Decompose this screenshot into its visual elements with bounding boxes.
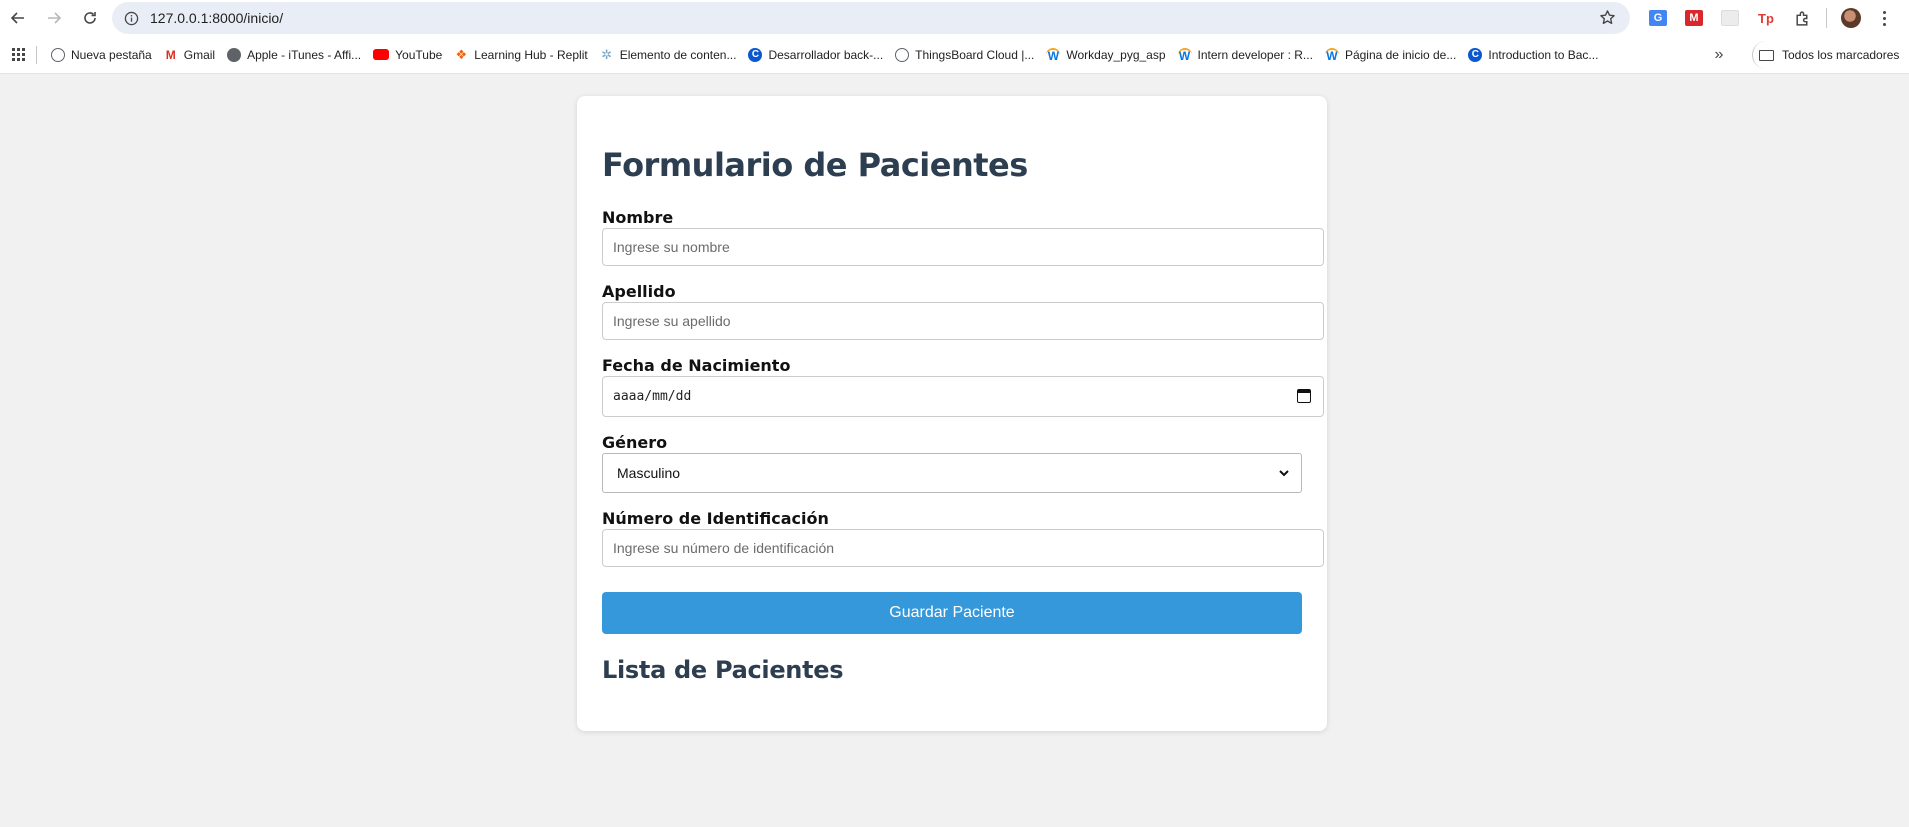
save-patient-button[interactable]: Guardar Paciente xyxy=(602,592,1302,634)
translate-extension-icon[interactable]: G xyxy=(1640,0,1676,36)
browser-toolbar: 127.0.0.1:8000/inicio/ G M Tp xyxy=(0,0,1909,36)
bookmark-nueva-pestana[interactable]: Nueva pestaña xyxy=(45,41,158,69)
identificacion-input[interactable]: Ingrese su número de identificación xyxy=(602,529,1324,567)
genero-selected-value: Masculino xyxy=(617,465,681,481)
reload-button[interactable] xyxy=(72,0,108,36)
bookmark-label: Workday_pyg_asp xyxy=(1066,47,1166,62)
workday-icon: W xyxy=(1177,47,1192,63)
bookmark-intern-developer[interactable]: W Intern developer : R... xyxy=(1172,41,1319,69)
forward-button[interactable] xyxy=(36,0,72,36)
extensions-puzzle-icon[interactable] xyxy=(1784,0,1820,36)
toolbar-divider xyxy=(1826,8,1827,28)
genero-select[interactable]: Masculino xyxy=(602,453,1302,493)
url-text[interactable]: 127.0.0.1:8000/inicio/ xyxy=(150,10,283,26)
bookmark-label: YouTube xyxy=(395,47,443,62)
nombre-label: Nombre xyxy=(602,208,674,227)
globe-icon xyxy=(51,47,65,62)
nombre-input[interactable]: Ingrese su nombre xyxy=(602,228,1324,266)
identificacion-label: Número de Identificación xyxy=(602,509,829,528)
workday-icon: W xyxy=(1046,47,1061,63)
bookmark-star-icon[interactable] xyxy=(1599,9,1616,31)
date-placeholder: aaaa/mm/dd xyxy=(613,389,692,404)
blank-extension-icon[interactable] xyxy=(1712,0,1748,36)
bookmark-desarrollador[interactable]: C Desarrollador back-... xyxy=(742,41,889,69)
bookmark-label: ThingsBoard Cloud |... xyxy=(915,47,1035,62)
bookmark-pagina-inicio[interactable]: W Página de inicio de... xyxy=(1319,41,1462,69)
apple-icon xyxy=(227,47,242,62)
extensions-area: G M Tp xyxy=(1640,0,1899,36)
apellido-input[interactable]: Ingrese su apellido xyxy=(602,302,1324,340)
forward-arrow-icon xyxy=(48,12,62,24)
youtube-icon xyxy=(373,49,390,60)
bookmark-label: Learning Hub - Replit xyxy=(474,47,588,62)
mega-extension-icon[interactable]: M xyxy=(1676,0,1712,36)
all-bookmarks-folder[interactable]: Todos los marcadores xyxy=(1752,41,1905,69)
fecha-nacimiento-input[interactable]: aaaa/mm/dd xyxy=(602,376,1324,417)
bookmark-label: Desarrollador back-... xyxy=(768,47,884,62)
gear-icon: ✲ xyxy=(601,46,613,62)
gmail-icon: M xyxy=(165,47,176,62)
patients-list-title: Lista de Pacientes xyxy=(602,656,844,684)
bookmark-label: Intern developer : R... xyxy=(1197,47,1313,62)
workday-icon: W xyxy=(1324,47,1339,63)
bookmark-label: Nueva pestaña xyxy=(71,47,152,62)
bookmark-label: Elemento de conten... xyxy=(619,47,737,62)
bookmark-label: Gmail xyxy=(183,47,216,62)
bookmark-thingsboard[interactable]: ThingsBoard Cloud |... xyxy=(889,41,1040,69)
calendar-icon[interactable] xyxy=(1297,389,1311,403)
reload-icon xyxy=(84,12,96,24)
globe-icon xyxy=(895,47,910,62)
c-logo-icon: C xyxy=(1468,47,1483,62)
bookmark-gmail[interactable]: M Gmail xyxy=(158,41,221,69)
bookmark-youtube[interactable]: YouTube xyxy=(367,41,448,69)
chevron-down-icon xyxy=(1279,470,1289,477)
profile-avatar[interactable] xyxy=(1833,0,1869,36)
bookmark-workday[interactable]: W Workday_pyg_asp xyxy=(1040,41,1171,69)
back-arrow-icon xyxy=(10,12,24,24)
replit-icon: ❖ xyxy=(455,46,468,62)
bookmark-label: Apple - iTunes - Affi... xyxy=(247,47,362,62)
apps-grid-icon[interactable] xyxy=(0,36,36,74)
bookmark-replit[interactable]: ❖ Learning Hub - Replit xyxy=(448,41,593,69)
bookmark-apple-itunes[interactable]: Apple - iTunes - Affi... xyxy=(221,41,367,69)
bookmark-label: Introduction to Bac... xyxy=(1488,47,1599,62)
bookmark-introduction[interactable]: C Introduction to Bac... xyxy=(1462,41,1604,69)
fecha-nacimiento-label: Fecha de Nacimiento xyxy=(602,356,791,375)
bookmarks-bar: Nueva pestaña M Gmail Apple - iTunes - A… xyxy=(0,36,1909,74)
all-bookmarks-label: Todos los marcadores xyxy=(1782,48,1900,62)
browser-menu-icon[interactable] xyxy=(1869,0,1899,36)
site-info-icon[interactable] xyxy=(122,9,140,27)
tp-extension-icon[interactable]: Tp xyxy=(1748,0,1784,36)
genero-label: Género xyxy=(602,433,668,452)
apellido-label: Apellido xyxy=(602,282,676,301)
patient-form-card: Formulario de Pacientes Nombre Ingrese s… xyxy=(577,96,1327,731)
c-logo-icon: C xyxy=(748,47,763,62)
bookmark-label: Página de inicio de... xyxy=(1344,47,1457,62)
address-bar[interactable]: 127.0.0.1:8000/inicio/ xyxy=(112,2,1630,34)
bookmarks-divider xyxy=(36,45,37,64)
back-button[interactable] xyxy=(0,0,36,36)
folder-icon xyxy=(1759,49,1774,61)
page-title: Formulario de Pacientes xyxy=(602,146,1028,184)
more-bookmarks-chevron-icon[interactable]: » xyxy=(1704,36,1734,74)
bookmark-elemento[interactable]: ✲ Elemento de conten... xyxy=(594,41,743,69)
